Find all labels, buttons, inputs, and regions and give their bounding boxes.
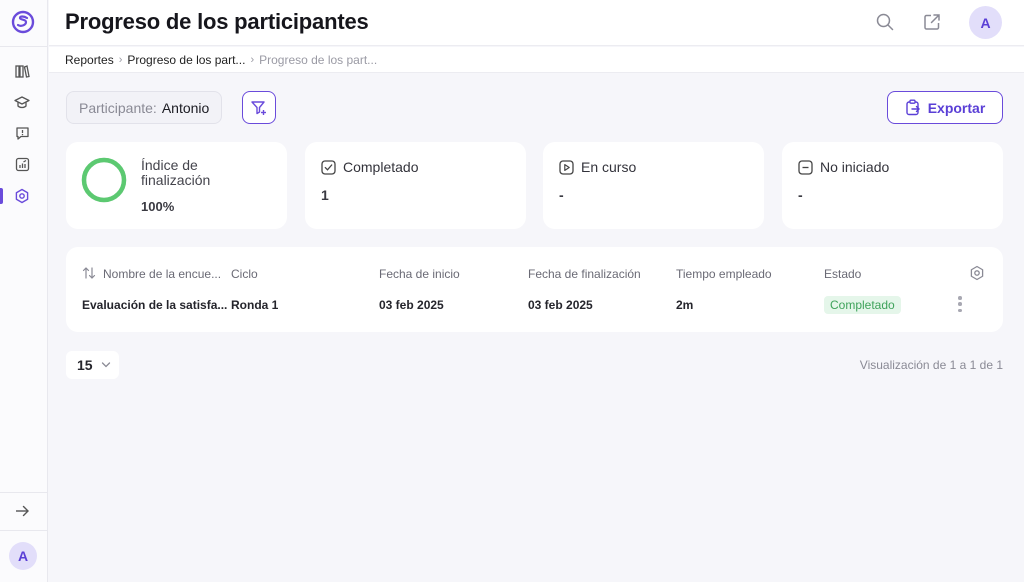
not-started-label: No iniciado <box>820 159 890 175</box>
feedback-icon <box>15 126 29 140</box>
export-button[interactable]: Exportar <box>887 91 1003 124</box>
completion-rate-title: Índice de finalización <box>141 157 211 188</box>
status-badge: Completado <box>824 296 901 314</box>
filter-value: Antonio <box>161 99 210 116</box>
sort-icon[interactable] <box>82 266 96 280</box>
chevron-down-icon <box>101 362 110 368</box>
minus-square-icon <box>798 159 813 175</box>
completed-value: 1 <box>321 187 329 203</box>
cell-cycle: Ronda 1 <box>231 298 279 312</box>
library-icon <box>14 65 30 78</box>
check-square-icon <box>321 159 336 175</box>
export-icon <box>906 99 920 116</box>
sidebar-expand-button[interactable] <box>13 502 31 520</box>
column-header-end-date[interactable]: Fecha de finalización <box>528 267 641 281</box>
column-header-cycle[interactable]: Ciclo <box>231 267 258 281</box>
column-header-start-date[interactable]: Fecha de inicio <box>379 267 460 281</box>
completion-ring <box>81 157 127 203</box>
hex-gear-icon <box>970 265 984 281</box>
completed-label: Completado <box>343 159 419 175</box>
chevron-right-icon: › <box>118 53 123 66</box>
more-dots-icon <box>958 308 962 312</box>
graduation-cap-icon <box>14 96 30 109</box>
column-header-time-spent[interactable]: Tiempo empleado <box>676 267 772 281</box>
in-progress-value: - <box>559 187 564 203</box>
sidebar-item-settings[interactable] <box>13 187 31 205</box>
sidebar-item-feedback[interactable] <box>13 124 31 142</box>
sidebar-divider <box>0 530 48 531</box>
page-header: Progreso de los participantes A <box>49 0 1024 46</box>
not-started-value: - <box>798 187 803 203</box>
sidebar-item-library[interactable] <box>13 62 31 80</box>
breadcrumb-item[interactable]: Progreso de los part... <box>127 53 245 67</box>
more-dots-icon <box>958 302 962 306</box>
cell-start-date: 03 feb 2025 <box>379 298 444 312</box>
completion-rate-card: Índice de finalización 100% <box>66 142 287 229</box>
filter-label: Participante: <box>79 99 157 116</box>
sidebar-divider <box>0 46 48 47</box>
completion-rate-value: 100% <box>141 199 175 214</box>
user-avatar[interactable]: A <box>969 6 1002 39</box>
breadcrumb-item[interactable]: Reportes <box>65 53 114 67</box>
search-icon <box>876 13 894 31</box>
external-link-icon <box>924 14 940 30</box>
completed-card: Completado 1 <box>305 142 526 229</box>
reports-icon <box>15 157 29 171</box>
page-title: Progreso de los participantes <box>65 9 369 34</box>
sidebar: A <box>0 0 48 582</box>
play-square-icon <box>559 159 574 175</box>
more-dots-icon <box>958 296 962 300</box>
column-header-survey-name[interactable]: Nombre de la encue... <box>103 267 221 281</box>
in-progress-label: En curso <box>581 159 637 175</box>
app-logo-icon[interactable] <box>11 10 35 34</box>
participant-filter-chip[interactable]: Participante: Antonio <box>66 91 223 124</box>
sidebar-item-learning[interactable] <box>13 93 31 111</box>
pagination-info: Visualización de 1 a 1 de 1 <box>859 358 1003 372</box>
sidebar-avatar[interactable]: A <box>9 542 37 570</box>
page-size-value: 15 <box>77 357 93 373</box>
add-filter-button[interactable] <box>242 91 276 124</box>
search-button[interactable] <box>875 12 895 32</box>
in-progress-card: En curso - <box>543 142 764 229</box>
filter-add-icon <box>251 100 266 115</box>
row-actions-button[interactable] <box>956 296 964 312</box>
participants-table: Nombre de la encue... Ciclo Fecha de ini… <box>66 247 1003 332</box>
sidebar-item-reports[interactable] <box>13 155 31 173</box>
page-size-select[interactable]: 15 <box>66 351 119 379</box>
settings-gear-icon <box>15 188 29 204</box>
cell-end-date: 03 feb 2025 <box>528 298 593 312</box>
breadcrumb: Reportes › Progreso de los part... › Pro… <box>49 47 1024 73</box>
not-started-card: No iniciado - <box>782 142 1003 229</box>
sidebar-active-indicator <box>0 188 3 204</box>
arrow-right-icon <box>16 505 29 517</box>
column-header-status[interactable]: Estado <box>824 267 861 281</box>
export-label: Exportar <box>927 99 986 116</box>
cell-survey-name[interactable]: Evaluación de la satisfa... <box>82 298 227 312</box>
cell-time-spent: 2m <box>676 298 694 312</box>
open-external-button[interactable] <box>922 12 942 32</box>
chevron-right-icon: › <box>250 53 255 66</box>
table-settings-button[interactable] <box>969 265 985 286</box>
breadcrumb-current: Progreso de los part... <box>259 52 378 67</box>
sidebar-divider <box>0 492 48 493</box>
